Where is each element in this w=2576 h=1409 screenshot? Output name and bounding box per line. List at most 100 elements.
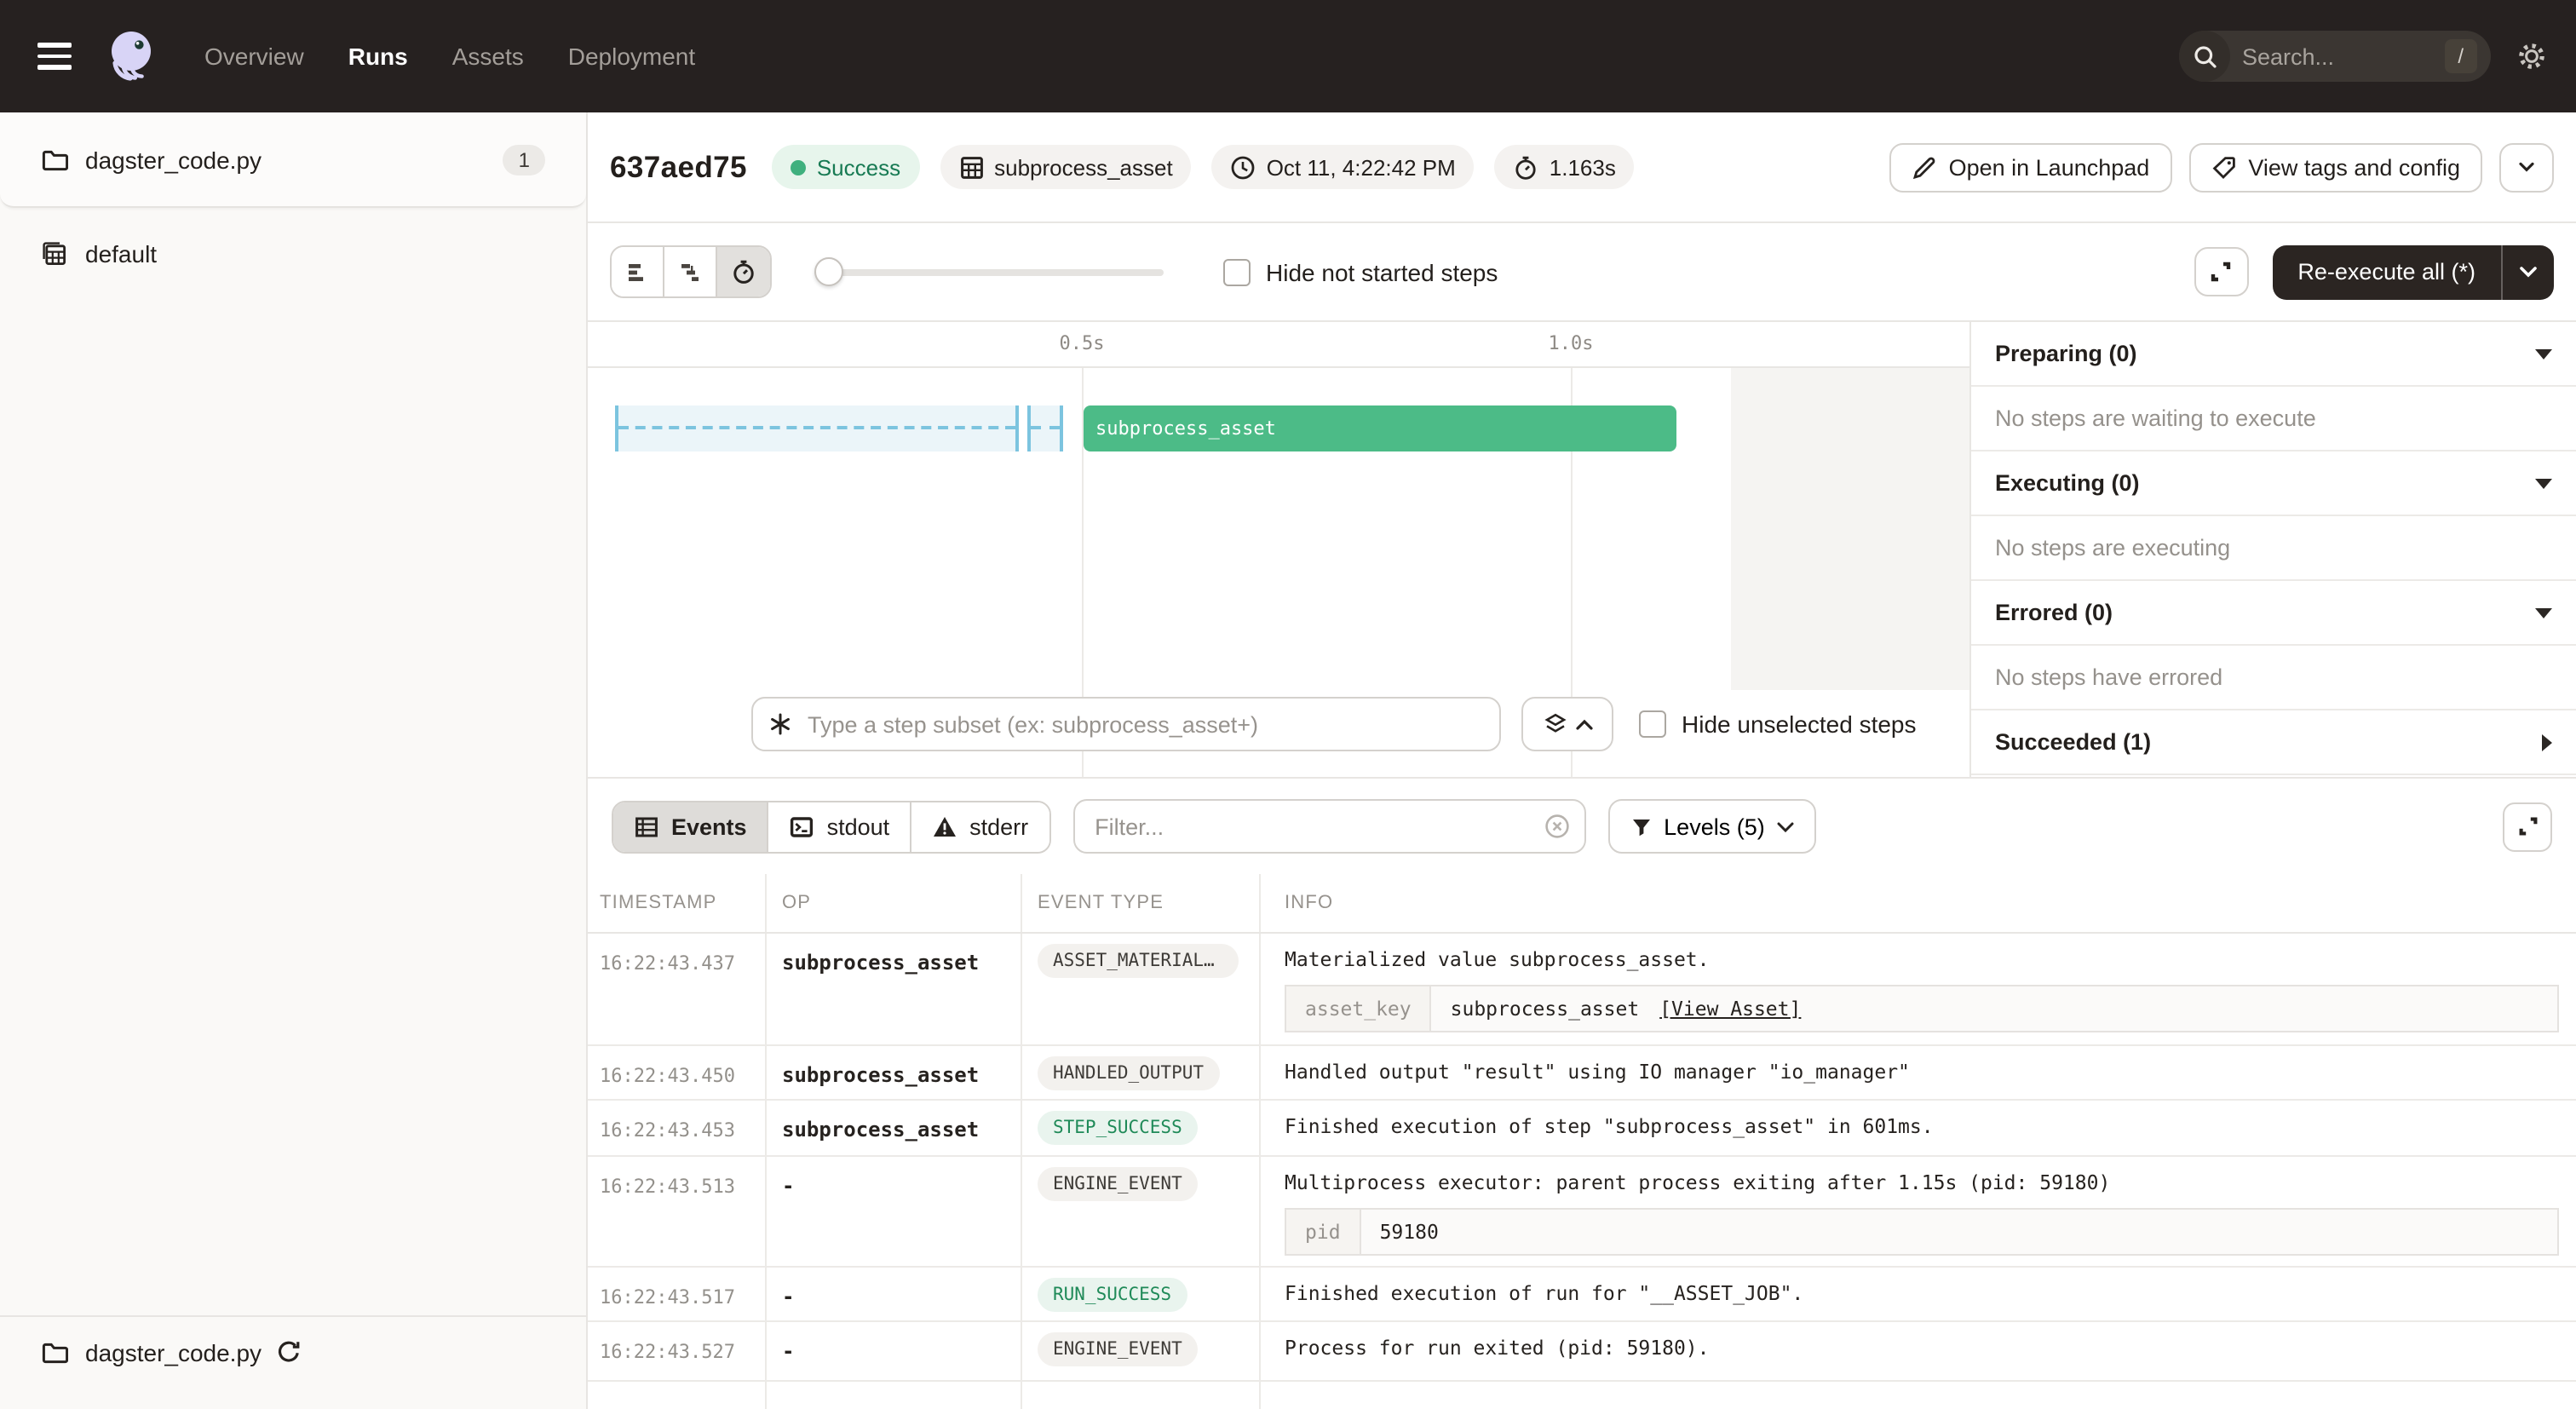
log-row: 16:22:43.513 - ENGINE_EVENT Multiprocess… [588,1157,2576,1268]
reload-icon[interactable] [275,1339,301,1365]
step-subset-input[interactable] [751,697,1501,751]
settings-gear-icon[interactable] [2516,41,2547,72]
sidebar-footer: dagster_code.py [0,1315,586,1409]
clear-filter-icon[interactable] [1543,813,1570,840]
view-tags-config-button[interactable]: View tags and config [2188,142,2482,192]
col-info: INFO [1261,874,2576,932]
col-op: OP [767,874,1022,932]
graph-options-button[interactable] [1521,697,1613,751]
reexecute-dropdown-caret[interactable] [2503,244,2554,299]
job-name: default [85,240,157,267]
run-actions-chevron-button[interactable] [2499,142,2554,192]
flat-view-icon[interactable] [612,247,664,296]
event-timestamp[interactable]: 16:22:43.437 [600,952,735,975]
event-type-badge: ASSET_MATERIALIZATION [1038,944,1239,978]
status-section-preparing[interactable]: Preparing (0) [1971,322,2576,387]
stopwatch-icon [1514,154,1539,180]
run-status-badge: Success [773,145,919,189]
nav-item-overview[interactable]: Overview [204,43,304,70]
status-section-executing[interactable]: Executing (0) [1971,451,2576,516]
global-search[interactable]: Search... / [2179,31,2491,82]
event-info: Handled output "result" using IO manager… [1285,1060,2559,1084]
event-op: subprocess_asset [782,1118,979,1142]
log-row: 16:22:43.450 subprocess_asset HANDLED_OU… [588,1046,2576,1101]
status-empty-message: No steps are waiting to execute [1971,387,2576,451]
status-section-errored[interactable]: Errored (0) [1971,581,2576,646]
tab-stderr[interactable]: stderr [911,802,1049,851]
levels-filter-button[interactable]: Levels (5) [1607,799,1816,854]
main-nav: Overview Runs Assets Deployment [204,43,695,70]
asset-badge[interactable]: subprocess_asset [940,145,1192,189]
start-time-badge: Oct 11, 4:22:42 PM [1212,145,1475,189]
event-info: Finished execution of run for "__ASSET_J… [1285,1281,2559,1305]
pencil-icon [1912,154,1937,180]
event-metadata-table: pid 59180 [1285,1208,2559,1256]
dagster-logo[interactable] [102,27,160,85]
hide-not-started-checkbox-row[interactable]: Hide not started steps [1223,258,1498,285]
collapse-triangle-icon [2535,478,2552,488]
event-log-toolbar: Events stdout [588,779,2576,874]
layers-icon [1543,712,1567,736]
funnel-icon [1630,815,1652,837]
nav-item-runs[interactable]: Runs [348,43,408,70]
event-op: - [782,1285,794,1308]
event-timestamp[interactable]: 16:22:43.517 [600,1286,735,1308]
tag-icon [2211,154,2236,180]
event-timestamp[interactable]: 16:22:43.513 [600,1176,735,1198]
waterfall-view-icon[interactable] [664,247,717,296]
event-metadata-table: asset_key subprocess_asset[View Asset] [1285,985,2559,1032]
event-info: Multiprocess executor: parent process ex… [1285,1170,2559,1194]
gantt-zoom-slider[interactable] [814,256,1164,287]
code-location-name: dagster_code.py [85,146,262,173]
log-fullscreen-button[interactable] [2503,802,2552,851]
reexecute-all-button[interactable]: Re-execute all (*) [2272,244,2554,299]
step-status-panel: Preparing (0) No steps are waiting to ex… [1971,322,2576,777]
event-info: Materialized value subprocess_asset. [1285,947,2559,971]
event-timestamp[interactable]: 16:22:43.453 [600,1119,735,1142]
hide-not-started-checkbox[interactable] [1223,258,1251,285]
event-op: subprocess_asset [782,951,979,975]
collapse-triangle-icon [2535,348,2552,359]
folder-icon [41,146,68,173]
gantt-fullscreen-button[interactable] [2194,247,2248,296]
hamburger-menu-icon[interactable] [37,43,72,70]
terminal-icon [790,814,815,839]
run-header: 637aed75 Success subprocess_asset Oct 11… [588,112,2576,223]
sidebar-item-default-job[interactable]: default [0,228,586,279]
graph-query-icon [767,710,794,738]
gantt-body: 0.5s 1.0s subprocess_asset [588,322,2576,777]
left-sidebar: dagster_code.py 1 default dagster_code.p… [0,112,588,1409]
search-shortcut-key: / [2444,39,2477,73]
nav-item-assets[interactable]: Assets [452,43,524,70]
log-row-partial [588,1382,2576,1409]
event-op: - [782,1174,794,1198]
event-log-section: Events stdout [588,777,2576,1409]
event-timestamp[interactable]: 16:22:43.450 [600,1065,735,1087]
col-timestamp: TIMESTAMP [588,874,767,932]
hide-unselected-checkbox-row[interactable]: Hide unselected steps [1639,710,1917,738]
hide-unselected-checkbox[interactable] [1639,710,1666,738]
nav-item-deployment[interactable]: Deployment [568,43,695,70]
col-event-type: EVENT TYPE [1022,874,1261,932]
status-empty-message: No steps are executing [1971,516,2576,581]
tab-stdout[interactable]: stdout [769,802,912,851]
run-id: 637aed75 [610,149,747,185]
log-filter-input[interactable] [1072,799,1585,854]
event-timestamp[interactable]: 16:22:43.527 [600,1341,735,1363]
view-asset-link[interactable]: [View Asset] [1659,997,1801,1021]
log-row: 16:22:43.517 - RUN_SUCCESS Finished exec… [588,1268,2576,1322]
gantt-step-bar[interactable]: subprocess_asset [1084,405,1676,451]
code-location-header[interactable]: dagster_code.py 1 [0,112,586,208]
event-info: Process for run exited (pid: 59180). [1285,1336,2559,1360]
log-view-tabs: Events stdout [612,800,1050,853]
top-navbar: Overview Runs Assets Deployment Search..… [0,0,2576,112]
chevron-down-icon [1777,820,1794,832]
slider-knob[interactable] [814,256,843,285]
open-in-launchpad-button[interactable]: Open in Launchpad [1889,142,2172,192]
timed-view-icon[interactable] [717,247,770,296]
table-icon [634,814,659,839]
footer-location-name: dagster_code.py [85,1339,262,1366]
status-section-succeeded[interactable]: Succeeded (1) [1971,710,2576,775]
waiting-phase-bar [1027,405,1063,451]
tab-events[interactable]: Events [613,802,769,851]
